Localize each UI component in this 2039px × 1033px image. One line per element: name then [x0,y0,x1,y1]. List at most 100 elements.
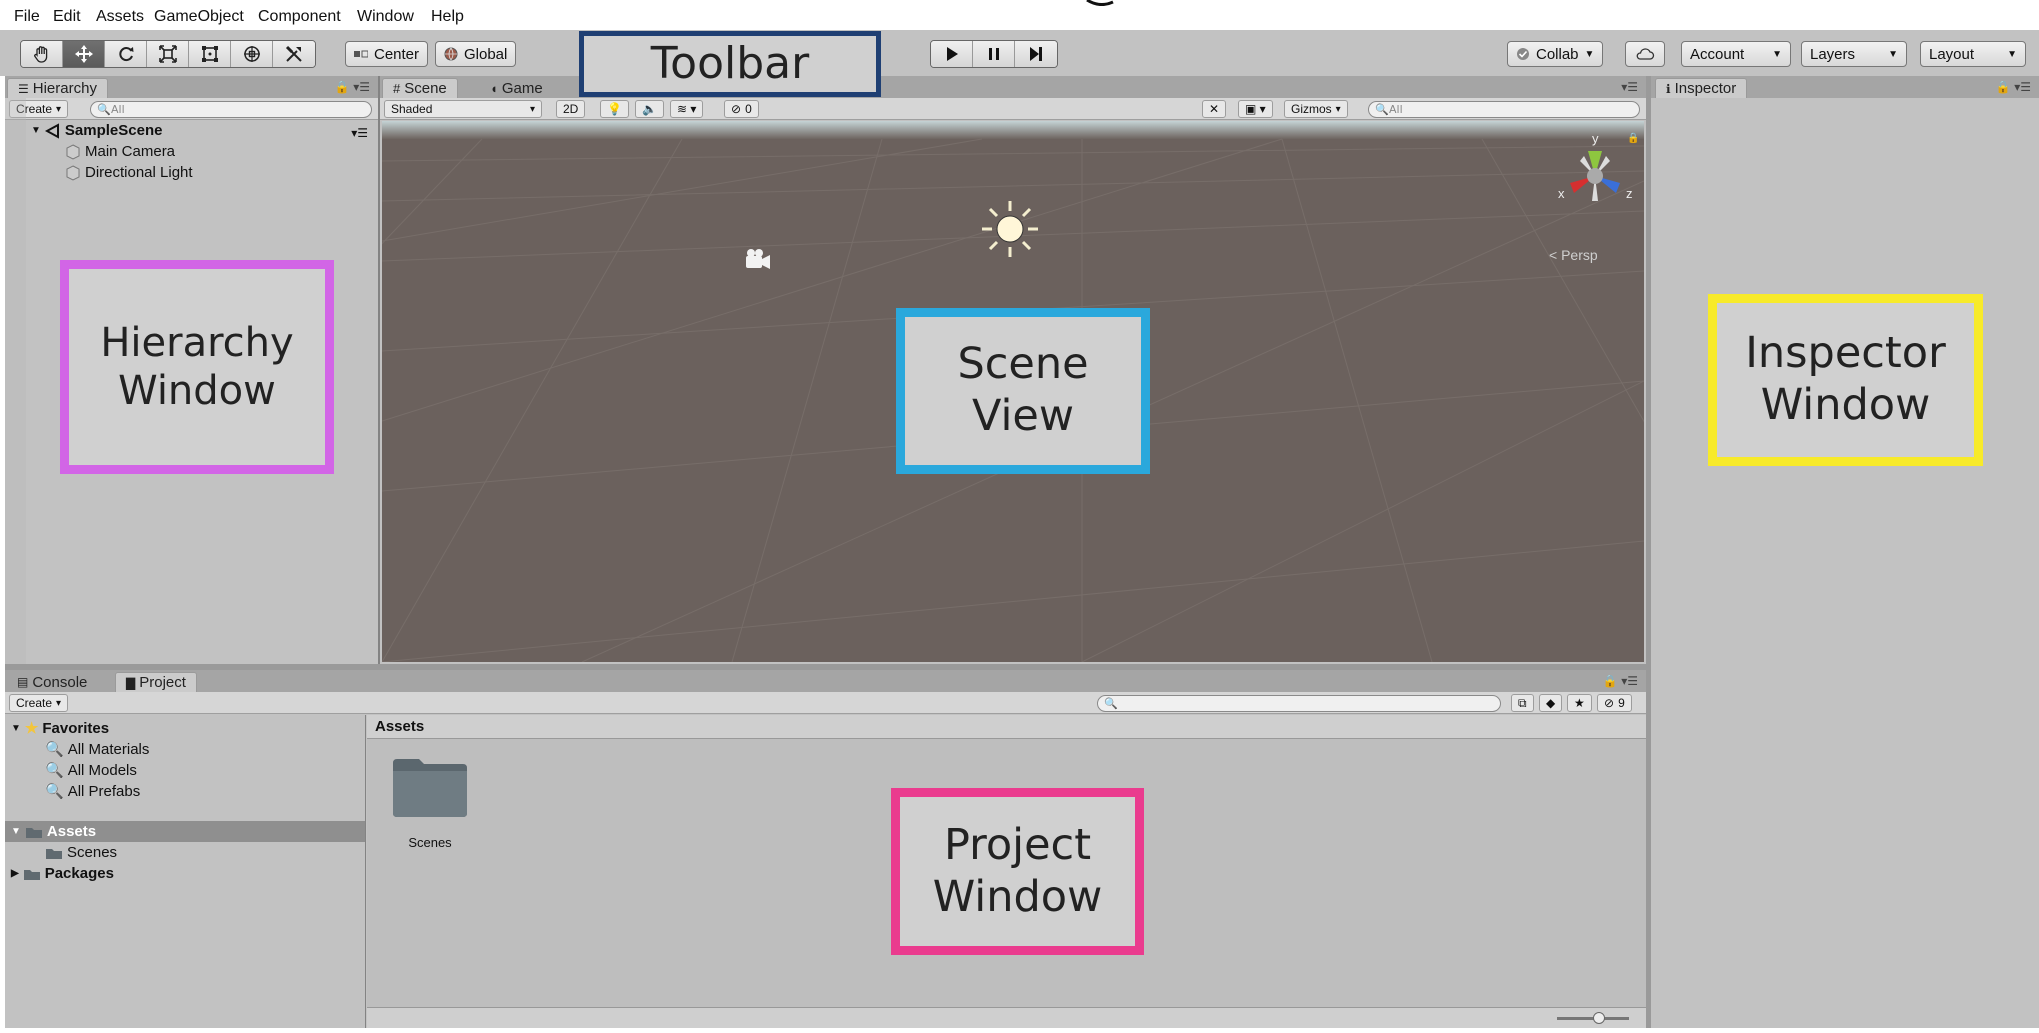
project-search-input[interactable]: 🔍 [1097,695,1501,712]
scene-menu-icon[interactable]: ▾☰ [351,126,368,140]
layers-label: Layers [1810,45,1856,63]
audio-toggle[interactable]: 🔈 [635,100,664,118]
grid-item[interactable]: Scenes [391,755,491,855]
zoom-slider-handle[interactable] [1593,1012,1605,1024]
tools-icon: ✕ [1209,102,1220,116]
hierarchy-item[interactable]: Directional Light [65,164,193,181]
scale-tool-button[interactable] [147,41,189,67]
scenes-folder-label: Scenes [67,844,118,861]
bottom-splitter[interactable] [5,664,1646,670]
filter-by-type-button[interactable]: ⧉ [1511,694,1534,712]
layout-dropdown[interactable]: Layout ▼ [1920,41,2026,67]
menu-file[interactable]: File [14,8,40,26]
inspector-splitter[interactable] [1646,76,1651,1028]
step-button[interactable] [1015,41,1057,67]
projection-toggle[interactable]: < Persp [1549,247,1598,263]
tab-hierarchy[interactable]: ☰ Hierarchy [7,78,108,98]
custom-tool-button[interactable] [273,41,315,67]
panel-menu-icon[interactable]: 🔒 ▾☰ [1602,674,1638,688]
menu-component[interactable]: Component [258,8,341,26]
camera-dropdown[interactable]: ▣ ▾ [1238,100,1273,118]
breadcrumb-assets[interactable]: Assets [375,718,424,735]
hand-tool-button[interactable] [21,41,63,67]
axis-label-z: z [1626,186,1633,201]
tree-splitter[interactable] [365,715,366,1028]
hidden-count: 0 [745,102,752,116]
menu-gameobject[interactable]: GameObject [154,8,244,26]
lighting-toggle[interactable]: 💡 [600,100,629,118]
directional-light-gizmo [982,201,1038,257]
tab-console[interactable]: ▤ Console [7,672,97,692]
tab-game[interactable]: ◖ Game [480,78,553,98]
panel-menu-icon[interactable]: 🔒 ▾☰ [1995,80,2031,94]
packages-folder-item[interactable]: ▶ Packages [11,865,114,882]
hierarchy-callout: Hierarchy Window [60,260,334,474]
chevron-down-icon: ▼ [1772,48,1782,60]
chevron-down-icon: ▼ [1584,48,1595,60]
cloud-button[interactable] [1625,41,1665,67]
transform-tool-button[interactable] [231,41,273,67]
collab-dropdown[interactable]: Collab ▼ [1507,41,1604,67]
star-icon: ★ [24,720,39,737]
panel-menu-icon[interactable]: ▾☰ [1621,80,1638,94]
tab-scene[interactable]: # Scene [382,78,458,98]
scene-root-item[interactable]: ▼ SampleScene [31,122,162,139]
favorites-item[interactable]: ▼ ★ Favorites [11,719,109,738]
orientation-gizmo-icon[interactable]: y x z [1540,131,1644,231]
pacman-icon: ◖ [490,80,498,96]
scenes-folder-item[interactable]: Scenes [45,844,117,861]
tab-inspector-label: Inspector [1674,80,1737,97]
favorites-child-item[interactable]: 🔍 All Prefabs [45,782,141,801]
shading-mode-dropdown[interactable]: Shaded ▾ [384,100,542,118]
hierarchy-item[interactable]: Main Camera [65,143,175,160]
effects-dropdown[interactable]: ≋ ▾ [670,100,704,118]
favorites-child-item[interactable]: 🔍 All Materials [45,740,149,759]
inspector-callout: Inspector Window [1708,294,1983,466]
toggle-2d-button[interactable]: 2D [556,100,586,118]
hierarchy-scene-splitter[interactable] [378,76,380,664]
project-panel: ▤ Console ▇ Project 🔒 ▾☰ Create ▾ 🔍 ⧉ ◆ … [5,670,1646,1028]
gameobject-cube-icon [66,143,80,160]
hierarchy-tabstrip: ☰ Hierarchy 🔒 ▾☰ [5,76,378,98]
rect-tool-button[interactable] [189,41,231,67]
gizmos-dropdown[interactable]: Gizmos ▾ [1284,100,1348,118]
project-footer [367,1007,1646,1028]
pause-button[interactable] [973,41,1015,67]
account-dropdown[interactable]: Account ▼ [1681,41,1791,67]
expand-arrow-icon: ▼ [11,722,21,734]
layout-label: Layout [1929,45,1975,63]
move-tool-button[interactable] [63,41,105,67]
layers-dropdown[interactable]: Layers ▼ [1801,41,1907,67]
hidden-objects-toggle[interactable]: ⊘ 0 [724,100,759,118]
project-create-button[interactable]: Create ▾ [9,694,69,712]
filter-by-label-button[interactable]: ◆ [1539,694,1563,712]
favorite-button[interactable]: ★ [1567,694,1592,712]
rotate-tool-button[interactable] [105,41,147,67]
scene-search-input[interactable]: 🔍 All [1368,101,1640,118]
panel-menu-icon[interactable]: 🔒 ▾☰ [334,80,370,94]
lock-icon[interactable]: 🔒 [1627,133,1639,144]
folder-icon [25,827,42,838]
playback-controls [930,40,1058,68]
pivot-center-icon [354,50,368,58]
menu-window[interactable]: Window [357,8,414,26]
hierarchy-search-input[interactable]: 🔍 All [90,101,372,118]
tab-inspector[interactable]: ℹ Inspector [1655,78,1748,98]
favorites-child-label: All Prefabs [67,782,141,800]
hidden-packages-toggle[interactable]: ⊘ 9 [1597,694,1632,712]
tab-project[interactable]: ▇ Project [115,672,197,692]
assets-folder-item[interactable]: ▼ Assets [11,823,96,840]
favorites-child-item[interactable]: 🔍 All Models [45,761,137,780]
eye-slash-icon: ⊘ [1604,696,1615,710]
menu-bar: File Edit Assets GameObject Component Wi… [0,0,2039,30]
scene-tools-button[interactable]: ✕ [1202,100,1227,118]
pivot-toggle-button[interactable]: Center [345,41,429,67]
hierarchy-item-label: Directional Light [85,164,193,181]
toolbar-callout: Toolbar [579,31,881,97]
menu-assets[interactable]: Assets [96,8,144,26]
menu-edit[interactable]: Edit [53,8,81,26]
menu-help[interactable]: Help [431,8,464,26]
space-toggle-button[interactable]: Global [435,41,517,67]
assets-label: Assets [46,823,97,840]
play-button[interactable] [931,41,973,67]
